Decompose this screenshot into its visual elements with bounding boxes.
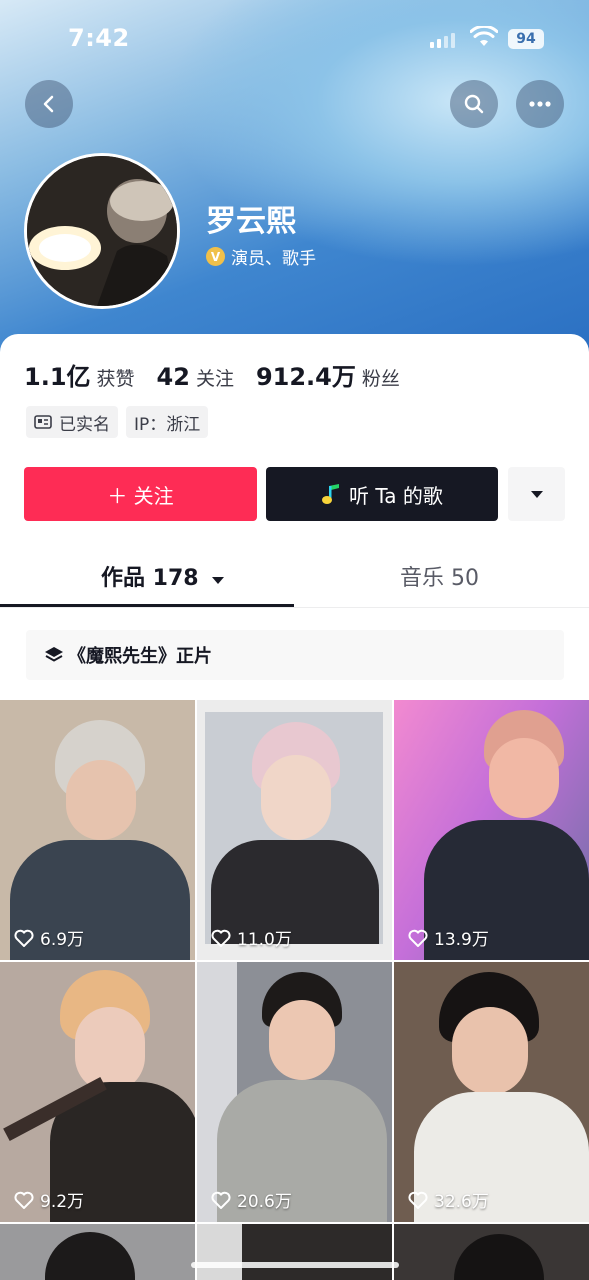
video-likes: 13.9万 [408, 925, 489, 950]
video-thumbnail[interactable]: 11.0万 [197, 700, 392, 960]
stats-row: 1.1亿 获赞 42 关注 912.4万 粉丝 [24, 357, 422, 392]
realname-tag: 已实名 [26, 406, 118, 438]
video-likes: 11.0万 [211, 925, 292, 950]
chevron-left-icon [43, 95, 54, 113]
collection-label: 《魔熙先生》正片 [68, 646, 212, 667]
video-likes: 32.6万 [408, 1187, 489, 1212]
more-dots-icon [529, 101, 551, 107]
video-thumbnail[interactable] [394, 1224, 589, 1280]
video-thumbnail[interactable] [0, 1224, 195, 1280]
heart-icon [408, 1191, 428, 1209]
video-thumbnail[interactable] [197, 1224, 392, 1280]
battery-indicator: 94 [508, 29, 544, 49]
more-button[interactable] [516, 80, 564, 128]
tab-works-label: 作品 178 [101, 566, 199, 591]
verification-text: 演员、歌手 [231, 249, 316, 269]
caret-down-icon [212, 577, 225, 584]
wifi-icon [470, 26, 498, 46]
status-bar: 7:42 94 [0, 0, 589, 78]
heart-icon [211, 929, 231, 947]
caret-down-icon [530, 490, 543, 498]
heart-icon [14, 1191, 34, 1209]
video-likes: 20.6万 [211, 1187, 292, 1212]
tab-music[interactable]: 音乐 50 [400, 560, 479, 592]
video-thumbnail[interactable]: 32.6万 [394, 962, 589, 1222]
ip-tag: IP：浙江 [126, 406, 209, 438]
layers-icon [45, 647, 63, 662]
video-thumbnail[interactable]: 9.2万 [0, 962, 195, 1222]
search-button[interactable] [450, 80, 498, 128]
video-thumbnail[interactable]: 20.6万 [197, 962, 392, 1222]
heart-icon [14, 929, 34, 947]
profile-name: 罗云熙 [206, 204, 296, 239]
heart-icon [211, 1191, 231, 1209]
avatar-image [27, 156, 177, 306]
more-options-dropdown[interactable] [508, 467, 565, 521]
video-likes: 9.2万 [14, 1187, 84, 1212]
likes-label: 获赞 [96, 368, 135, 390]
following-label[interactable]: 关注 [196, 364, 234, 391]
music-note-icon [322, 484, 340, 504]
listen-songs-label: 听 Ta 的歌 [349, 483, 443, 508]
id-card-icon [34, 415, 52, 429]
following-count[interactable]: 42 [157, 363, 190, 391]
listen-songs-button[interactable]: 听 Ta 的歌 [266, 467, 498, 521]
status-time: 7:42 [68, 24, 130, 52]
back-button[interactable] [25, 80, 73, 128]
tab-divider [0, 607, 589, 608]
likes-count: 1.1亿 [24, 363, 91, 391]
followers-count[interactable]: 912.4万 [256, 357, 356, 392]
video-likes: 6.9万 [14, 925, 84, 950]
collection-banner[interactable]: 《魔熙先生》正片 [26, 630, 564, 680]
home-indicator[interactable] [191, 1262, 399, 1268]
search-icon [464, 94, 484, 114]
verification-row: V 演员、歌手 [206, 244, 316, 269]
realname-label: 已实名 [59, 414, 110, 435]
followers-label[interactable]: 粉丝 [362, 364, 400, 391]
tab-works[interactable]: 作品 178 [101, 560, 225, 592]
avatar[interactable] [24, 153, 180, 309]
video-thumbnail[interactable]: 6.9万 [0, 700, 195, 960]
video-thumbnail[interactable]: 13.9万 [394, 700, 589, 960]
heart-icon [408, 929, 428, 947]
verified-icon: V [206, 247, 225, 266]
signal-icon [430, 32, 456, 48]
follow-button[interactable]: ＋ 关注 [24, 467, 257, 521]
